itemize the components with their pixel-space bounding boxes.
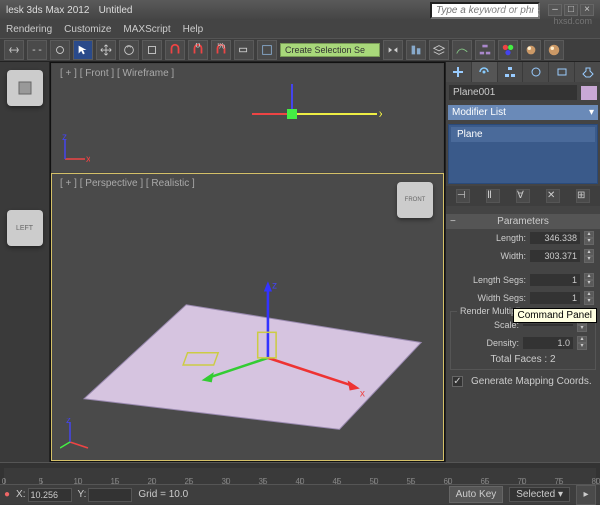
pin-stack-icon[interactable]: ⊣ bbox=[456, 189, 470, 203]
minus-icon: − bbox=[450, 216, 456, 227]
tooltip-command-panel: Command Panel bbox=[513, 308, 597, 323]
object-color-swatch[interactable] bbox=[581, 86, 597, 100]
viewcube-left[interactable]: LEFT bbox=[7, 210, 43, 246]
render-button[interactable] bbox=[544, 40, 564, 60]
close-button[interactable]: × bbox=[580, 4, 594, 16]
svg-text:%: % bbox=[218, 43, 226, 50]
rollout-parameters[interactable]: −Parameters bbox=[446, 214, 600, 229]
length-spin-buttons[interactable]: ▴▾ bbox=[584, 231, 594, 245]
coord-x-input[interactable] bbox=[28, 488, 72, 502]
length-label: Length: bbox=[452, 233, 526, 243]
maximize-button[interactable]: □ bbox=[564, 4, 578, 16]
link-button[interactable] bbox=[4, 40, 24, 60]
material-button[interactable] bbox=[498, 40, 518, 60]
autokey-button[interactable]: Auto Key bbox=[449, 486, 504, 503]
svg-text:x: x bbox=[379, 109, 382, 120]
selection-set-dropdown[interactable]: Create Selection Se bbox=[280, 43, 380, 57]
coord-y-label: Y: bbox=[78, 489, 87, 500]
svg-text:x: x bbox=[360, 389, 365, 400]
viewcube-top[interactable] bbox=[7, 70, 43, 106]
width-spinner[interactable]: 303.371 bbox=[530, 250, 580, 262]
named-sel[interactable] bbox=[257, 40, 277, 60]
tab-utilities[interactable] bbox=[575, 62, 600, 82]
svg-text:z: z bbox=[272, 280, 277, 291]
svg-text:o: o bbox=[195, 43, 200, 49]
tab-motion[interactable] bbox=[523, 62, 548, 82]
svg-text:z: z bbox=[62, 134, 67, 143]
make-unique-icon[interactable]: ∀ bbox=[516, 189, 530, 203]
scale-spinner[interactable] bbox=[523, 324, 573, 326]
angle-snap[interactable]: o bbox=[188, 40, 208, 60]
layers-button[interactable] bbox=[429, 40, 449, 60]
menu-maxscript[interactable]: MAXScript bbox=[123, 24, 170, 35]
schematic-button[interactable] bbox=[475, 40, 495, 60]
gen-coords-checkbox[interactable]: ✓ bbox=[452, 376, 463, 387]
scale-label: Scale: bbox=[459, 320, 519, 330]
align-button[interactable] bbox=[406, 40, 426, 60]
plane-geometry[interactable]: z x bbox=[52, 174, 443, 460]
density-label: Density: bbox=[459, 338, 519, 348]
object-name-field[interactable]: Plane001 bbox=[449, 85, 577, 100]
select-button[interactable] bbox=[73, 40, 93, 60]
modifier-list-dropdown[interactable]: Modifier List▾ bbox=[448, 105, 598, 120]
spinner-snap[interactable] bbox=[234, 40, 254, 60]
total-faces-label: Total Faces : 2 bbox=[490, 354, 555, 365]
command-panel: Plane001 Modifier List▾ Plane ⊣ Ⅱ ∀ ✕ ⊞ … bbox=[445, 62, 600, 462]
lsegs-label: Length Segs: bbox=[452, 275, 526, 285]
length-spinner[interactable]: 346.338 bbox=[530, 232, 580, 244]
lsegs-spin-buttons[interactable]: ▴▾ bbox=[584, 273, 594, 287]
time-slider[interactable]: 05101520253035404550556065707580 bbox=[0, 462, 600, 484]
density-spinner[interactable]: 1.0 bbox=[523, 337, 573, 349]
axis-x-label: x bbox=[86, 154, 90, 164]
coord-x-label: X: bbox=[16, 489, 25, 500]
app-title: lesk 3ds Max 2012 Untitled bbox=[6, 4, 132, 16]
tab-create[interactable] bbox=[446, 62, 471, 82]
tab-modify[interactable] bbox=[472, 62, 497, 82]
stack-item-plane[interactable]: Plane bbox=[451, 127, 595, 142]
width-label: Width: bbox=[452, 251, 526, 261]
remove-mod-icon[interactable]: ✕ bbox=[546, 189, 560, 203]
width-spin-buttons[interactable]: ▴▾ bbox=[584, 249, 594, 263]
wsegs-spin-buttons[interactable]: ▴▾ bbox=[584, 291, 594, 305]
minimize-button[interactable]: – bbox=[548, 4, 562, 16]
unlink-button[interactable] bbox=[27, 40, 47, 60]
search-input[interactable] bbox=[430, 2, 540, 19]
main-toolbar: o % Create Selection Se bbox=[0, 38, 600, 62]
viewport-nav: LEFT bbox=[0, 62, 50, 462]
coord-y-input[interactable] bbox=[88, 488, 132, 502]
snap-toggle[interactable] bbox=[165, 40, 185, 60]
mirror-button[interactable] bbox=[383, 40, 403, 60]
curve-editor-button[interactable] bbox=[452, 40, 472, 60]
rotate-button[interactable] bbox=[119, 40, 139, 60]
percent-snap[interactable]: % bbox=[211, 40, 231, 60]
svg-text:z: z bbox=[66, 418, 71, 426]
gen-coords-label: Generate Mapping Coords. bbox=[471, 376, 592, 387]
lsegs-spinner[interactable]: 1 bbox=[530, 274, 580, 286]
scale-button[interactable] bbox=[142, 40, 162, 60]
viewport-label-front[interactable]: [ + ] [ Front ] [ Wireframe ] bbox=[60, 68, 174, 79]
menu-bar: Rendering Customize MAXScript Help bbox=[0, 20, 600, 38]
chevron-down-icon: ▾ bbox=[589, 107, 594, 118]
play-button[interactable]: ▸ bbox=[576, 485, 596, 505]
viewport-front[interactable]: [ + ] [ Front ] [ Wireframe ] x z x bbox=[51, 63, 444, 173]
wsegs-label: Width Segs: bbox=[452, 293, 526, 303]
menu-help[interactable]: Help bbox=[183, 24, 204, 35]
menu-rendering[interactable]: Rendering bbox=[6, 24, 52, 35]
move-button[interactable] bbox=[96, 40, 116, 60]
show-result-icon[interactable]: Ⅱ bbox=[486, 189, 500, 203]
tab-hierarchy[interactable] bbox=[498, 62, 523, 82]
render-setup-button[interactable] bbox=[521, 40, 541, 60]
modifier-stack[interactable]: Plane bbox=[448, 124, 598, 184]
grid-label: Grid = 10.0 bbox=[138, 489, 188, 500]
wsegs-spinner[interactable]: 1 bbox=[530, 292, 580, 304]
viewport-perspective[interactable]: [ + ] [ Perspective ] [ Realistic ] FRON… bbox=[51, 173, 444, 461]
configure-icon[interactable]: ⊞ bbox=[576, 189, 590, 203]
status-bar: ● X: Y: Grid = 10.0 Auto Key Selected ▾ … bbox=[0, 484, 600, 504]
tab-display[interactable] bbox=[549, 62, 574, 82]
bind-button[interactable] bbox=[50, 40, 70, 60]
menu-customize[interactable]: Customize bbox=[64, 24, 111, 35]
